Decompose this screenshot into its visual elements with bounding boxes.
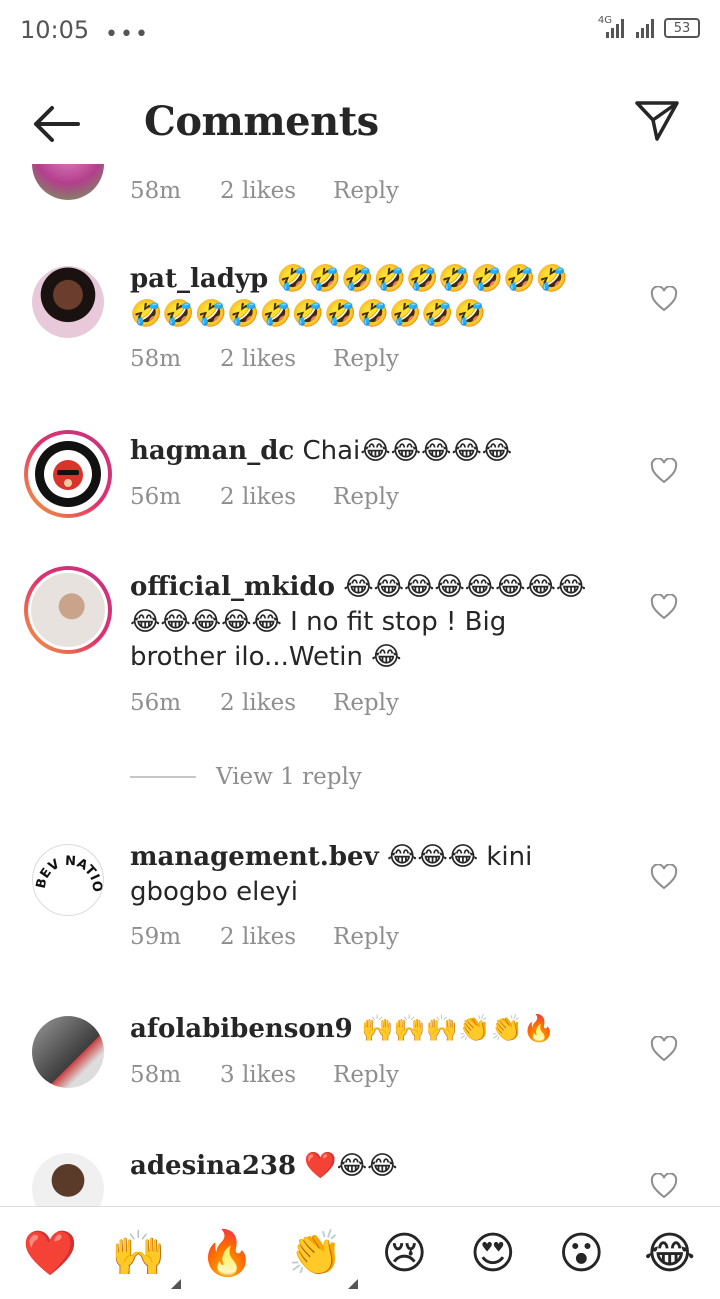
status-time: 10:05 <box>20 16 90 44</box>
comment-meta: 56m 2 likes Reply <box>130 690 399 716</box>
comment-body: management.bev 😂😂😂 kini gbogbo eleyi <box>130 840 600 910</box>
skin-tone-indicator-icon <box>347 1279 358 1289</box>
like-heart-icon[interactable] <box>650 1173 678 1199</box>
like-heart-icon[interactable] <box>650 594 678 620</box>
comment-body: hagman_dc Chai😂😂😂😂😂 <box>130 434 600 469</box>
likes-count[interactable]: 2 likes <box>220 690 333 716</box>
comment-time: 58m <box>130 346 182 372</box>
hagman-logo-icon <box>35 441 101 507</box>
likes-count[interactable]: 2 likes <box>220 346 333 372</box>
emoji-heart-button[interactable]: ❤️ <box>20 1223 80 1283</box>
battery-icon: 53 <box>664 18 700 38</box>
comment-time: 58m <box>130 178 182 204</box>
avatar[interactable] <box>32 1153 104 1206</box>
comment-username[interactable]: afolabibenson9 <box>130 1014 353 1044</box>
comment-username[interactable]: official_mkido <box>130 572 335 602</box>
reply-button[interactable]: Reply <box>333 1062 399 1088</box>
comments-list[interactable]: 58m 2 likes Reply pat_ladyp 🤣🤣🤣🤣🤣🤣🤣🤣🤣🤣🤣🤣… <box>0 164 720 1206</box>
comment-meta: 58m 2 likes Reply <box>130 346 399 372</box>
bev-nation-logo-icon: BEV NATION <box>33 845 104 893</box>
bev-logo-text: BEV NATION <box>33 845 103 893</box>
red-heart-icon: ❤️ <box>22 1228 78 1279</box>
likes-count[interactable]: 3 likes <box>220 1062 333 1088</box>
divider <box>130 776 196 778</box>
surprised-face-icon: 😮 <box>558 1227 605 1279</box>
page-title: Comments <box>144 98 379 145</box>
status-bar: 10:05 ••• 4G 53 <box>0 0 720 64</box>
fire-icon: 🔥 <box>199 1228 255 1279</box>
comment-body: adesina238 ❤️😂😂 <box>130 1149 600 1184</box>
crying-face-icon: 😢 <box>381 1227 428 1279</box>
system-icons: 4G 53 <box>597 15 700 38</box>
avatar[interactable] <box>32 266 104 338</box>
comment-username[interactable]: pat_ladyp <box>130 264 268 294</box>
like-heart-icon[interactable] <box>650 458 678 484</box>
comment-time: 56m <box>130 484 182 510</box>
signal-icon-2 <box>636 18 654 38</box>
skin-tone-indicator-icon <box>170 1279 181 1289</box>
comment-text: Chai😂😂😂😂😂 <box>302 436 513 466</box>
comment-time: 59m <box>130 924 182 950</box>
clapping-hands-icon: 👏 <box>288 1228 344 1279</box>
raising-hands-icon: 🙌 <box>111 1228 167 1279</box>
comment-meta: 58m 3 likes Reply <box>130 1062 399 1088</box>
comment-meta: 56m 2 likes Reply <box>130 484 399 510</box>
comment-time: 58m <box>130 1062 182 1088</box>
comment-username[interactable]: hagman_dc <box>130 436 294 466</box>
likes-count[interactable]: 2 likes <box>220 484 333 510</box>
tears-of-joy-icon: 😂 <box>644 1227 696 1279</box>
reply-button[interactable]: Reply <box>333 690 399 716</box>
emoji-fire-button[interactable]: 🔥 <box>197 1223 257 1283</box>
emoji-raising-hands-button[interactable]: 🙌 <box>109 1223 181 1289</box>
emoji-reaction-bar: ❤️ 🙌 🔥 👏 😢 😍 😮 😂 <box>0 1206 720 1299</box>
emoji-heart-eyes-button[interactable]: 😍 <box>463 1223 523 1283</box>
status-dots: ••• <box>105 22 150 47</box>
comment-meta: 58m 2 likes Reply <box>130 178 399 204</box>
comment-body: official_mkido 😂😂😂😂😂😂😂😂😂😂😂😂😂 I no fit st… <box>130 570 600 675</box>
emoji-surprised-button[interactable]: 😮 <box>551 1223 611 1283</box>
header: Comments <box>0 84 720 164</box>
likes-count[interactable]: 2 likes <box>220 924 333 950</box>
view-replies-label[interactable]: View 1 reply <box>216 764 362 790</box>
comment-time: 56m <box>130 690 182 716</box>
likes-count[interactable]: 2 likes <box>220 178 333 204</box>
comment-text: ❤️😂😂 <box>304 1151 398 1181</box>
comment-text: 🙌🙌🙌👏👏🔥 <box>361 1014 556 1044</box>
comment-username[interactable]: adesina238 <box>130 1151 296 1181</box>
like-heart-icon[interactable] <box>650 864 678 890</box>
comment-username[interactable]: management.bev <box>130 842 379 872</box>
send-icon[interactable] <box>634 98 680 144</box>
network-type: 4G <box>597 15 612 26</box>
svg-text:BEV NATION: BEV NATION <box>33 845 104 893</box>
like-heart-icon[interactable] <box>650 286 678 312</box>
comment-body: pat_ladyp 🤣🤣🤣🤣🤣🤣🤣🤣🤣🤣🤣🤣🤣🤣🤣🤣🤣🤣🤣🤣 <box>130 262 600 332</box>
emoji-laughing-button[interactable]: 😂 <box>640 1223 700 1283</box>
back-arrow-icon[interactable] <box>30 104 82 144</box>
avatar[interactable] <box>24 430 112 518</box>
reply-button[interactable]: Reply <box>333 484 399 510</box>
comment-meta: 59m 2 likes Reply <box>130 924 399 950</box>
like-heart-icon[interactable] <box>650 1036 678 1062</box>
avatar[interactable] <box>32 1016 104 1088</box>
heart-eyes-icon: 😍 <box>469 1227 516 1279</box>
avatar[interactable] <box>24 566 112 654</box>
emoji-clap-button[interactable]: 👏 <box>286 1223 358 1289</box>
reply-button[interactable]: Reply <box>333 346 399 372</box>
emoji-crying-button[interactable]: 😢 <box>374 1223 434 1283</box>
reply-button[interactable]: Reply <box>333 924 399 950</box>
avatar[interactable] <box>32 164 104 200</box>
reply-button[interactable]: Reply <box>333 178 399 204</box>
comment-body: afolabibenson9 🙌🙌🙌👏👏🔥 <box>130 1012 600 1047</box>
avatar[interactable]: BEV NATION <box>32 844 104 916</box>
view-replies-button[interactable]: View 1 reply <box>130 764 362 790</box>
